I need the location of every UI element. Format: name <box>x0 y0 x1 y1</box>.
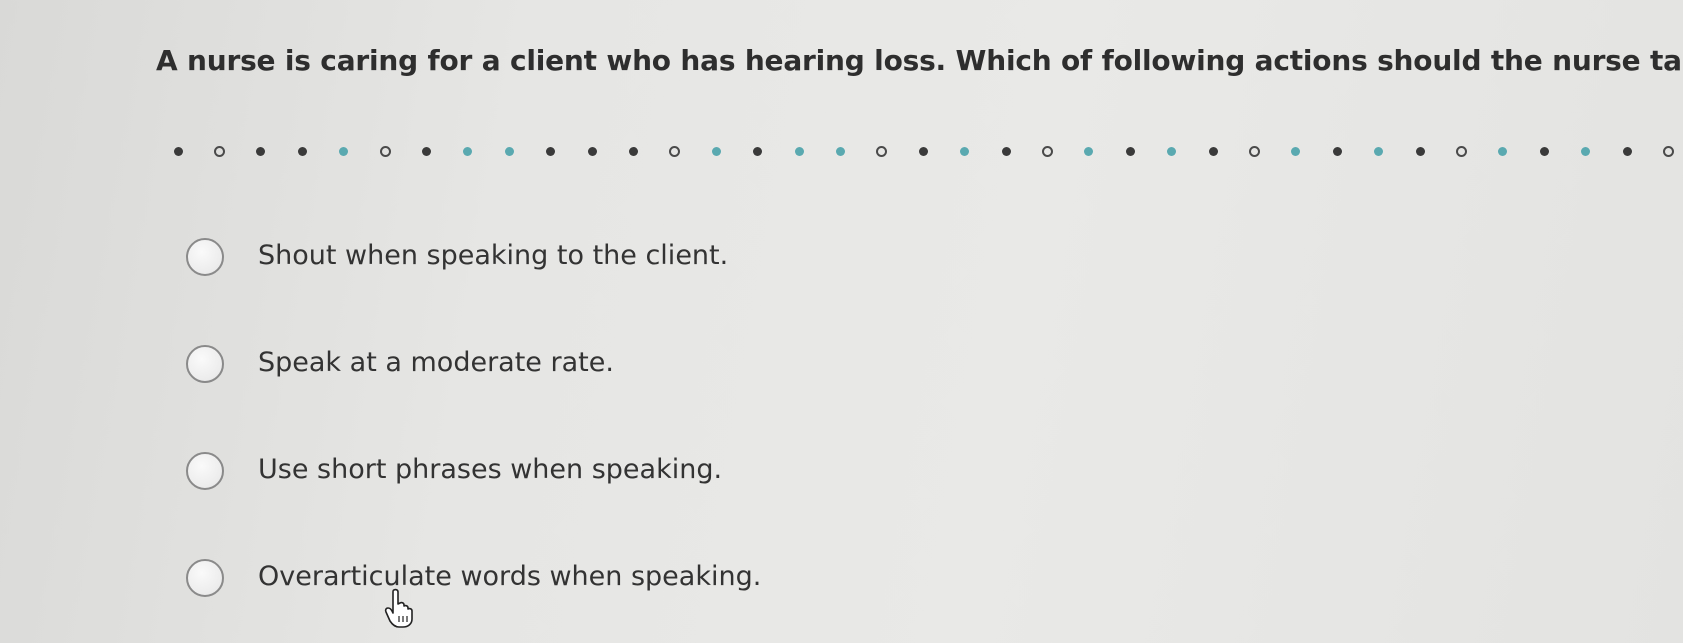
progress-dot-dark <box>1001 147 1011 156</box>
answer-option[interactable]: Use short phrases when speaking. <box>186 450 886 494</box>
progress-dot-dark <box>918 147 928 156</box>
progress-dot-dark <box>297 147 307 156</box>
progress-dot-teal <box>711 147 721 156</box>
progress-dot-teal <box>1581 147 1591 156</box>
progress-dot-teal <box>1167 147 1177 156</box>
answer-option[interactable]: Overarticulate words when speaking. <box>186 557 886 601</box>
radio-button[interactable] <box>186 452 224 490</box>
hand-pointer-icon <box>384 588 413 628</box>
progress-dot-hollow <box>669 146 681 157</box>
progress-dot-teal <box>1291 147 1301 156</box>
progress-dot-dark <box>421 147 431 156</box>
progress-dot-hollow <box>1455 146 1467 157</box>
progress-dot-teal <box>339 147 349 156</box>
progress-dot-dark <box>1415 147 1425 156</box>
progress-dot-teal <box>504 147 514 156</box>
answer-option[interactable]: Shout when speaking to the client. <box>186 236 886 280</box>
progress-dot-teal <box>1374 147 1384 156</box>
progress-dot-dark <box>173 147 183 156</box>
progress-dot-teal <box>1084 147 1094 156</box>
progress-dot-dark <box>1539 147 1549 156</box>
progress-dot-teal <box>960 147 970 156</box>
progress-dot-dark <box>1208 147 1218 156</box>
progress-dot-dark <box>1332 147 1342 156</box>
progress-dot-teal <box>794 147 804 156</box>
radio-button[interactable] <box>186 559 224 597</box>
question-text: A nurse is caring for a client who has h… <box>156 44 1683 77</box>
answer-option[interactable]: Speak at a moderate rate. <box>186 343 886 387</box>
progress-dot-hollow <box>876 146 888 157</box>
progress-dot-dark <box>753 147 763 156</box>
progress-dot-dark <box>1622 147 1632 156</box>
progress-dot-teal <box>835 147 845 156</box>
progress-dot-dark <box>256 147 266 156</box>
progress-dot-dark <box>587 147 597 156</box>
answer-option-label[interactable]: Speak at a moderate rate. <box>258 347 614 378</box>
progress-dot-dark <box>628 147 638 156</box>
question-progress-indicator <box>173 145 1674 159</box>
answer-option-label[interactable]: Use short phrases when speaking. <box>258 454 722 485</box>
answer-option-label[interactable]: Overarticulate words when speaking. <box>258 561 761 592</box>
progress-dot-hollow <box>213 146 225 157</box>
progress-dot-hollow <box>1662 146 1674 157</box>
radio-button[interactable] <box>186 238 224 276</box>
radio-button[interactable] <box>186 345 224 383</box>
progress-dot-teal <box>463 147 473 156</box>
progress-dot-teal <box>1498 147 1508 156</box>
progress-dot-hollow <box>1248 146 1260 157</box>
answer-option-label[interactable]: Shout when speaking to the client. <box>258 240 728 271</box>
progress-dot-dark <box>1125 147 1135 156</box>
progress-dot-hollow <box>1041 146 1053 157</box>
progress-dot-dark <box>546 147 556 156</box>
progress-dot-hollow <box>379 146 391 157</box>
